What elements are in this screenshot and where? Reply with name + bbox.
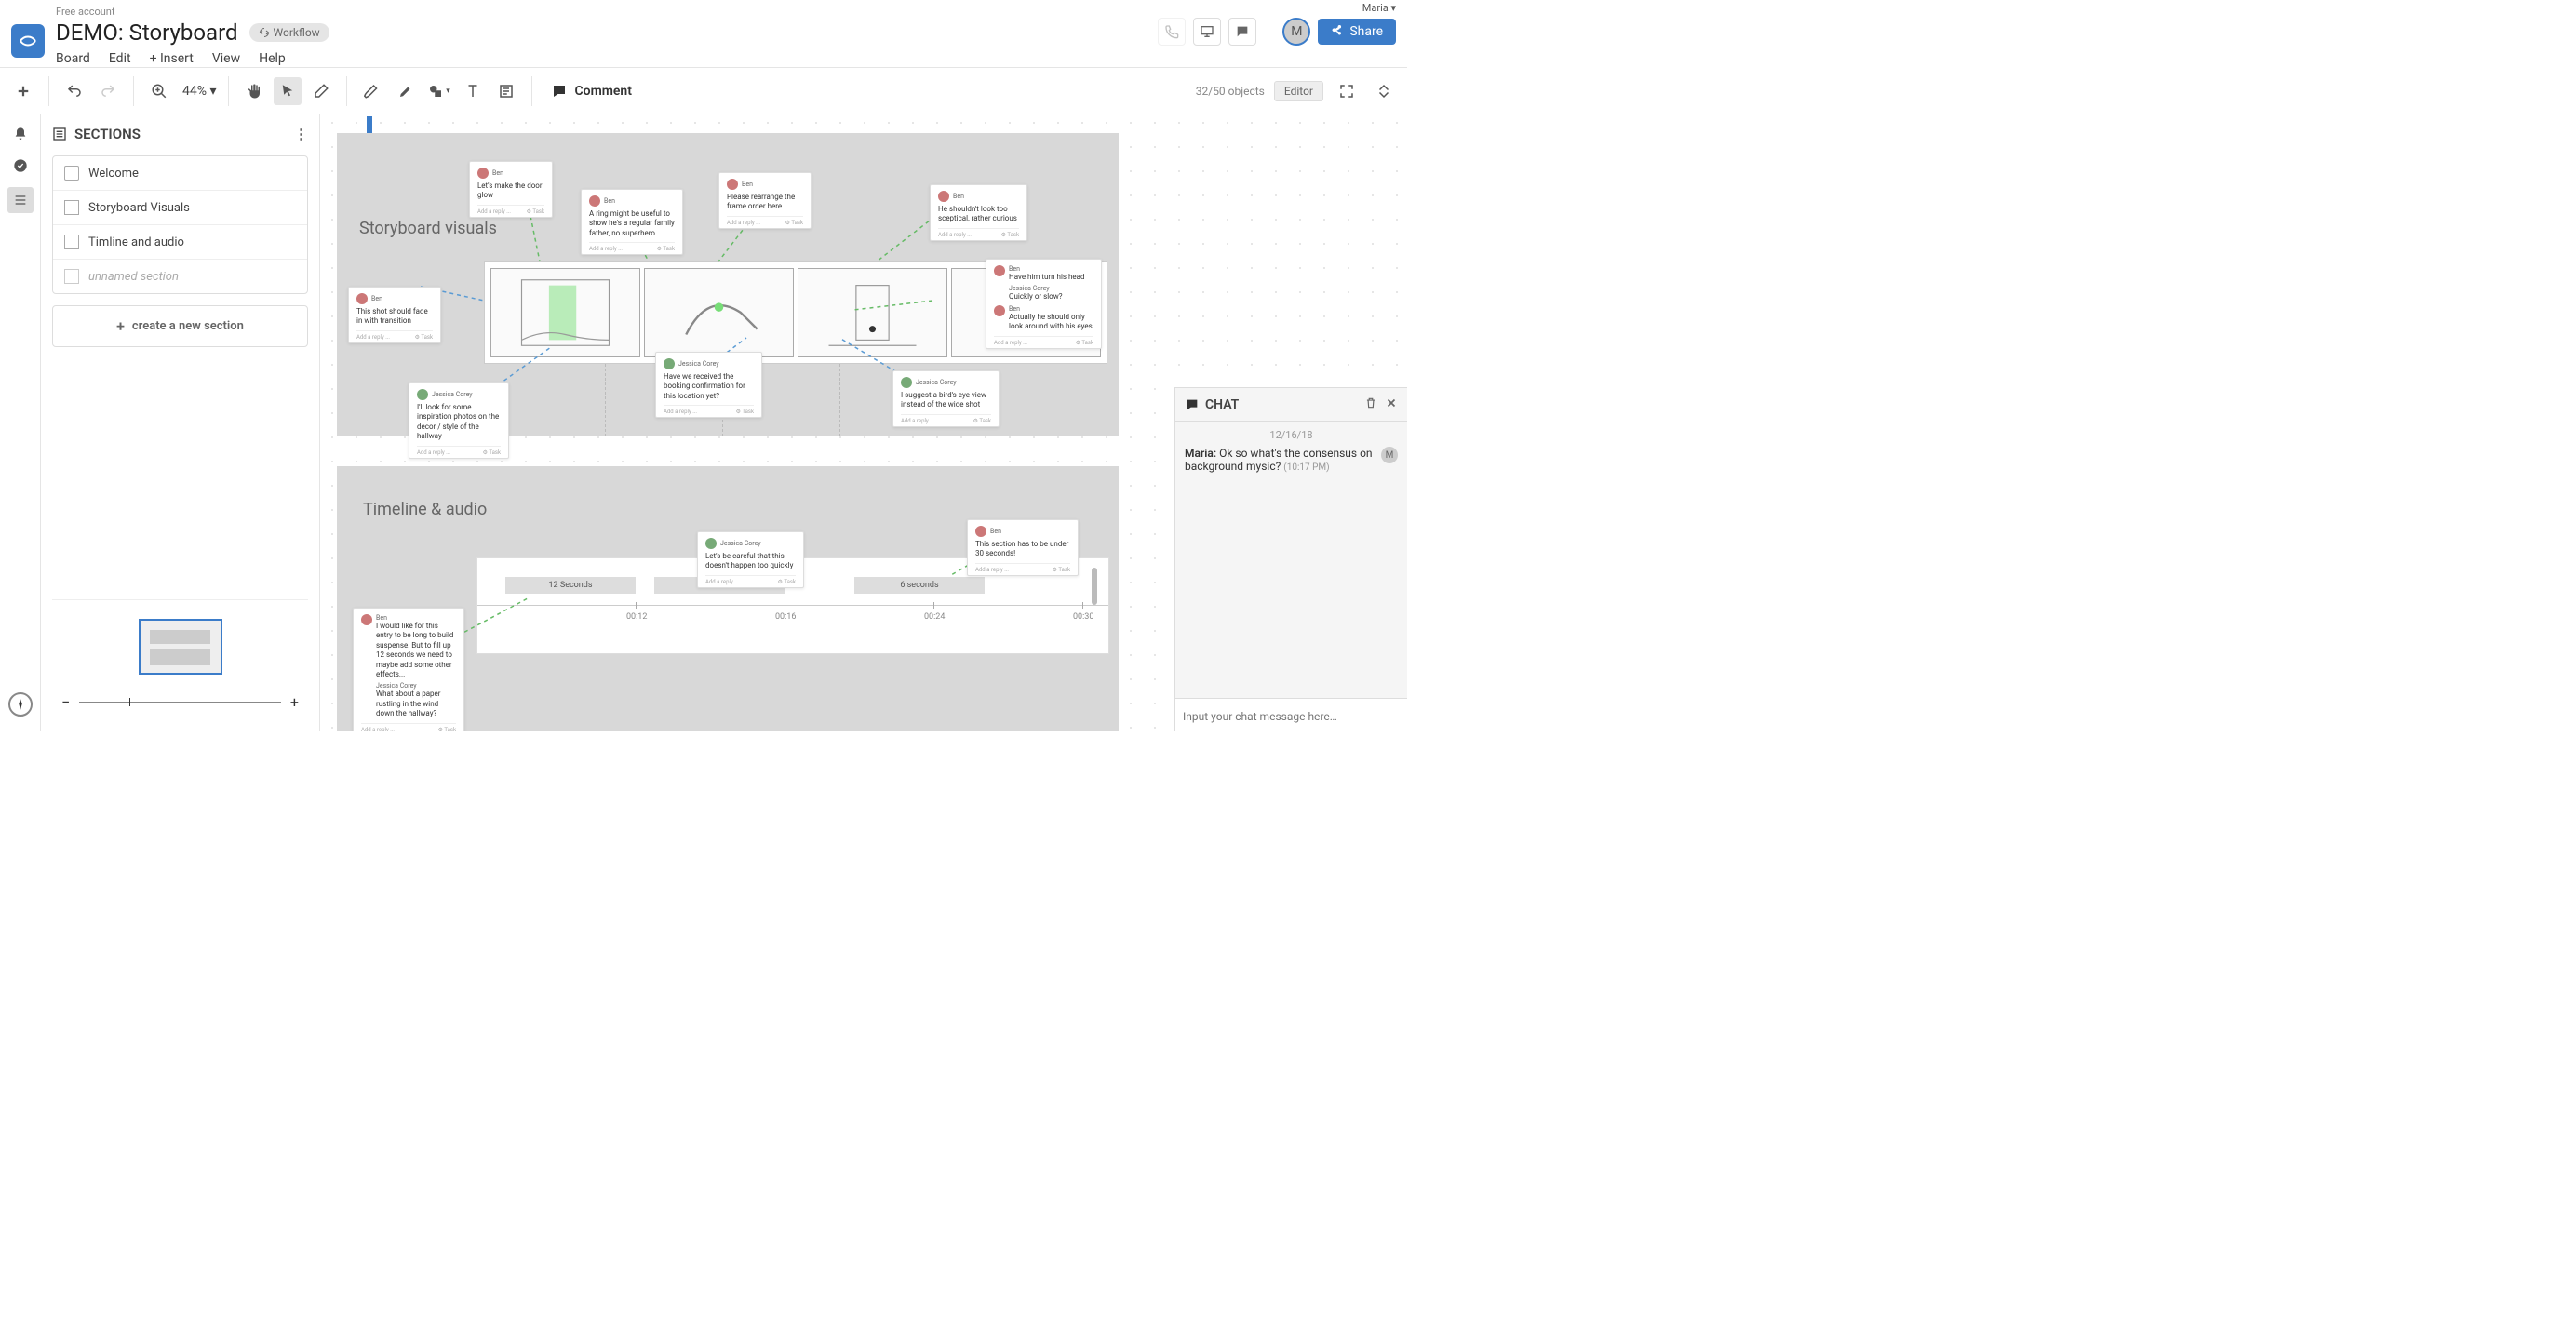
select-tool[interactable] bbox=[274, 77, 302, 105]
chat-body: 12/16/18 Maria: Ok so what's the consens… bbox=[1175, 422, 1407, 698]
redo-tool[interactable] bbox=[94, 77, 122, 105]
sidebar: SECTIONS ⋮ Welcome Storyboard Visuals Ti… bbox=[41, 114, 320, 731]
compass-icon[interactable] bbox=[8, 692, 33, 717]
zoom-out-icon[interactable]: − bbox=[61, 693, 70, 711]
main-menu: Board Edit + Insert View Help bbox=[56, 51, 329, 66]
toolbar: 44% ▾ ▾ Comment 32/50 objects Editor bbox=[0, 68, 1407, 114]
notifications-icon[interactable] bbox=[10, 124, 31, 144]
create-section-button[interactable]: + create a new section bbox=[52, 305, 308, 347]
frame-1[interactable] bbox=[490, 268, 640, 357]
menu-help[interactable]: Help bbox=[259, 51, 286, 66]
note-tool[interactable] bbox=[492, 77, 520, 105]
zoom-slider[interactable]: − + bbox=[52, 693, 308, 720]
section-title: Timeline & audio bbox=[363, 500, 487, 519]
comment-card[interactable]: Ben This section has to be under 30 seco… bbox=[967, 519, 1079, 576]
minimap[interactable] bbox=[139, 619, 222, 675]
comment-card[interactable]: Ben Please rearrange the frame order her… bbox=[718, 172, 812, 229]
zoom-in-icon[interactable]: + bbox=[290, 693, 299, 711]
chat-header: CHAT bbox=[1175, 388, 1407, 422]
left-rail bbox=[0, 114, 41, 731]
delete-icon[interactable] bbox=[1364, 395, 1377, 413]
canvas[interactable]: Storyboard visuals Timeline & audio 12 S… bbox=[320, 114, 1407, 731]
square-icon bbox=[64, 200, 79, 215]
hand-tool[interactable] bbox=[240, 77, 268, 105]
present-icon[interactable] bbox=[1193, 18, 1221, 46]
sections-header: SECTIONS ⋮ bbox=[52, 126, 308, 142]
frame-3[interactable] bbox=[798, 268, 947, 357]
workflow-button[interactable]: Workflow bbox=[249, 23, 329, 42]
square-icon bbox=[64, 234, 79, 249]
menu-view[interactable]: View bbox=[212, 51, 240, 66]
chat-panel: CHAT 12/16/18 Maria: Ok so what's the co… bbox=[1174, 387, 1407, 731]
app-logo[interactable] bbox=[11, 24, 45, 58]
marker-tool[interactable] bbox=[392, 77, 420, 105]
comment-button[interactable]: Comment bbox=[543, 79, 639, 103]
section-item-welcome[interactable]: Welcome bbox=[53, 156, 307, 191]
eraser-tool[interactable] bbox=[307, 77, 335, 105]
comment-card[interactable]: Ben This shot should fade in with transi… bbox=[348, 287, 441, 343]
chat-input-container bbox=[1175, 698, 1407, 731]
chat-icon[interactable] bbox=[1228, 18, 1256, 46]
comment-card[interactable]: Jessica Corey Let's be careful that this… bbox=[697, 531, 804, 588]
section-item-unnamed[interactable]: unnamed section bbox=[53, 260, 307, 293]
add-tool[interactable] bbox=[9, 77, 37, 105]
chat-message: Maria: Ok so what's the consensus on bac… bbox=[1185, 447, 1398, 473]
chat-input[interactable] bbox=[1183, 710, 1400, 723]
sections-icon[interactable] bbox=[7, 187, 34, 213]
editor-button[interactable]: Editor bbox=[1274, 81, 1323, 101]
zoom-label[interactable]: 44% ▾ bbox=[182, 84, 217, 99]
menu-insert[interactable]: + Insert bbox=[150, 51, 194, 66]
square-icon bbox=[64, 269, 79, 284]
avatar[interactable]: M bbox=[1282, 18, 1310, 46]
section-item-timeline[interactable]: Timline and audio bbox=[53, 225, 307, 260]
collapse-icon[interactable] bbox=[1370, 77, 1398, 105]
share-button[interactable]: Share bbox=[1318, 19, 1396, 45]
user-label[interactable]: Maria ▾ bbox=[1362, 2, 1396, 14]
page-icon bbox=[64, 166, 79, 181]
sections-more-icon[interactable]: ⋮ bbox=[294, 126, 308, 142]
phone-icon[interactable] bbox=[1158, 18, 1186, 46]
section-item-visuals[interactable]: Storyboard Visuals bbox=[53, 191, 307, 225]
comment-card[interactable]: BenHave him turn his head Jessica CoreyQ… bbox=[986, 259, 1102, 349]
zoom-tool[interactable] bbox=[145, 77, 173, 105]
chat-icon bbox=[1185, 397, 1200, 412]
undo-tool[interactable] bbox=[60, 77, 88, 105]
comment-card[interactable]: BenI would like for this entry to be lon… bbox=[353, 608, 464, 731]
menu-board[interactable]: Board bbox=[56, 51, 90, 66]
fullscreen-icon[interactable] bbox=[1333, 77, 1361, 105]
topbar: Free account DEMO: Storyboard Workflow B… bbox=[0, 0, 1407, 68]
slider-track[interactable] bbox=[79, 702, 281, 703]
list-icon bbox=[52, 127, 67, 141]
section-list: Welcome Storyboard Visuals Timline and a… bbox=[52, 155, 308, 294]
section-title: Storyboard visuals bbox=[359, 219, 497, 238]
comment-card[interactable]: Ben He shouldn't look too sceptical, rat… bbox=[930, 184, 1027, 241]
chat-avatar: M bbox=[1381, 447, 1398, 463]
comment-card[interactable]: Jessica Corey I'll look for some inspira… bbox=[409, 382, 509, 459]
close-icon[interactable] bbox=[1385, 395, 1398, 413]
comment-card[interactable]: Jessica Corey Have we received the booki… bbox=[655, 352, 762, 418]
board-title[interactable]: DEMO: Storyboard bbox=[56, 20, 238, 46]
tasks-icon[interactable] bbox=[10, 155, 31, 176]
objects-count: 32/50 objects bbox=[1196, 85, 1265, 98]
shape-tool[interactable]: ▾ bbox=[425, 77, 453, 105]
comment-card[interactable]: Ben A ring might be useful to show he's … bbox=[581, 189, 683, 255]
comment-card[interactable]: Jessica Corey I suggest a bird's eye vie… bbox=[892, 370, 1000, 427]
timeline-segment[interactable]: 12 Seconds bbox=[505, 577, 636, 594]
comment-card[interactable]: Ben Let's make the door glow Add a reply… bbox=[469, 161, 553, 218]
pen-tool[interactable] bbox=[358, 77, 386, 105]
text-tool[interactable] bbox=[459, 77, 487, 105]
timeline-segment[interactable]: 6 seconds bbox=[854, 577, 985, 594]
account-label: Free account bbox=[56, 6, 329, 18]
frame-2[interactable] bbox=[644, 268, 794, 357]
menu-edit[interactable]: Edit bbox=[109, 51, 131, 66]
